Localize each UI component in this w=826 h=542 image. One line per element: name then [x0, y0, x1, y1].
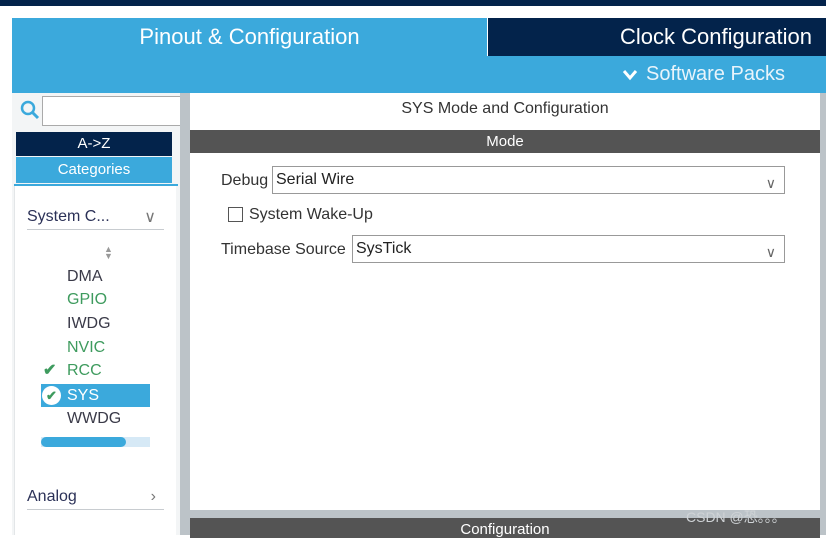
list-item-rcc[interactable]: ✔ RCC — [41, 359, 150, 382]
check-icon: ✔ — [43, 362, 57, 379]
check-circle-icon: ✔ — [42, 386, 61, 405]
group-label: Analog — [27, 487, 77, 505]
software-packs-button[interactable]: Software Packs — [622, 63, 785, 86]
title-bar — [0, 0, 826, 6]
timebase-label: Timebase Source — [221, 241, 346, 258]
system-wakeup-label: System Wake-Up — [249, 206, 373, 223]
list-item-gpio[interactable]: GPIO — [41, 288, 150, 311]
mode-header: Mode — [190, 130, 820, 153]
tab-pinout-configuration[interactable]: Pinout & Configuration — [12, 18, 487, 56]
search-icon[interactable] — [20, 100, 40, 120]
debug-label: Debug — [221, 172, 269, 189]
watermark: CSDN @恐。。。 — [686, 509, 786, 525]
panel-title: SYS Mode and Configuration — [401, 100, 609, 117]
splitter[interactable] — [180, 93, 190, 535]
timebase-select[interactable]: SysTick ∨ — [352, 235, 785, 263]
main-panel — [190, 93, 820, 510]
software-packs-label: Software Packs — [646, 63, 785, 85]
chevron-down-icon: ∨ — [765, 244, 776, 260]
group-analog[interactable]: Analog › — [27, 484, 164, 510]
sort-az-button[interactable]: A->Z — [16, 132, 172, 156]
item-label: SYS — [67, 387, 100, 404]
list-item-dma[interactable]: DMA — [41, 265, 150, 288]
list-item-wwdg[interactable]: WWDG — [41, 407, 150, 430]
system-wakeup-checkbox[interactable] — [228, 207, 243, 222]
debug-value: Serial Wire — [276, 171, 355, 188]
search-input[interactable] — [42, 96, 182, 126]
debug-select[interactable]: Serial Wire ∨ — [272, 166, 785, 194]
categories-button[interactable]: Categories — [16, 157, 172, 183]
scrollbar-thumb[interactable] — [41, 437, 127, 447]
vertical-scrollbar[interactable] — [820, 93, 826, 535]
tab-clock-configuration[interactable]: Clock Configuration — [488, 18, 826, 56]
chevron-right-icon: › — [150, 487, 156, 505]
chevron-down-icon: ∨ — [144, 208, 156, 226]
timebase-value: SysTick — [356, 240, 412, 257]
list-item-nvic[interactable]: NVIC — [41, 336, 150, 359]
item-label: RCC — [67, 362, 102, 379]
horizontal-scrollbar[interactable] — [41, 437, 150, 447]
sort-icon[interactable]: ▲ ▼ — [104, 245, 113, 261]
group-label: System C... — [27, 207, 110, 225]
chevron-down-icon — [622, 69, 638, 80]
group-system-core[interactable]: System C... ∨ — [27, 204, 164, 230]
list-item-sys[interactable]: ✔ SYS — [41, 384, 150, 407]
chevron-down-icon: ∨ — [765, 175, 776, 191]
list-item-iwdg[interactable]: IWDG — [41, 312, 150, 335]
